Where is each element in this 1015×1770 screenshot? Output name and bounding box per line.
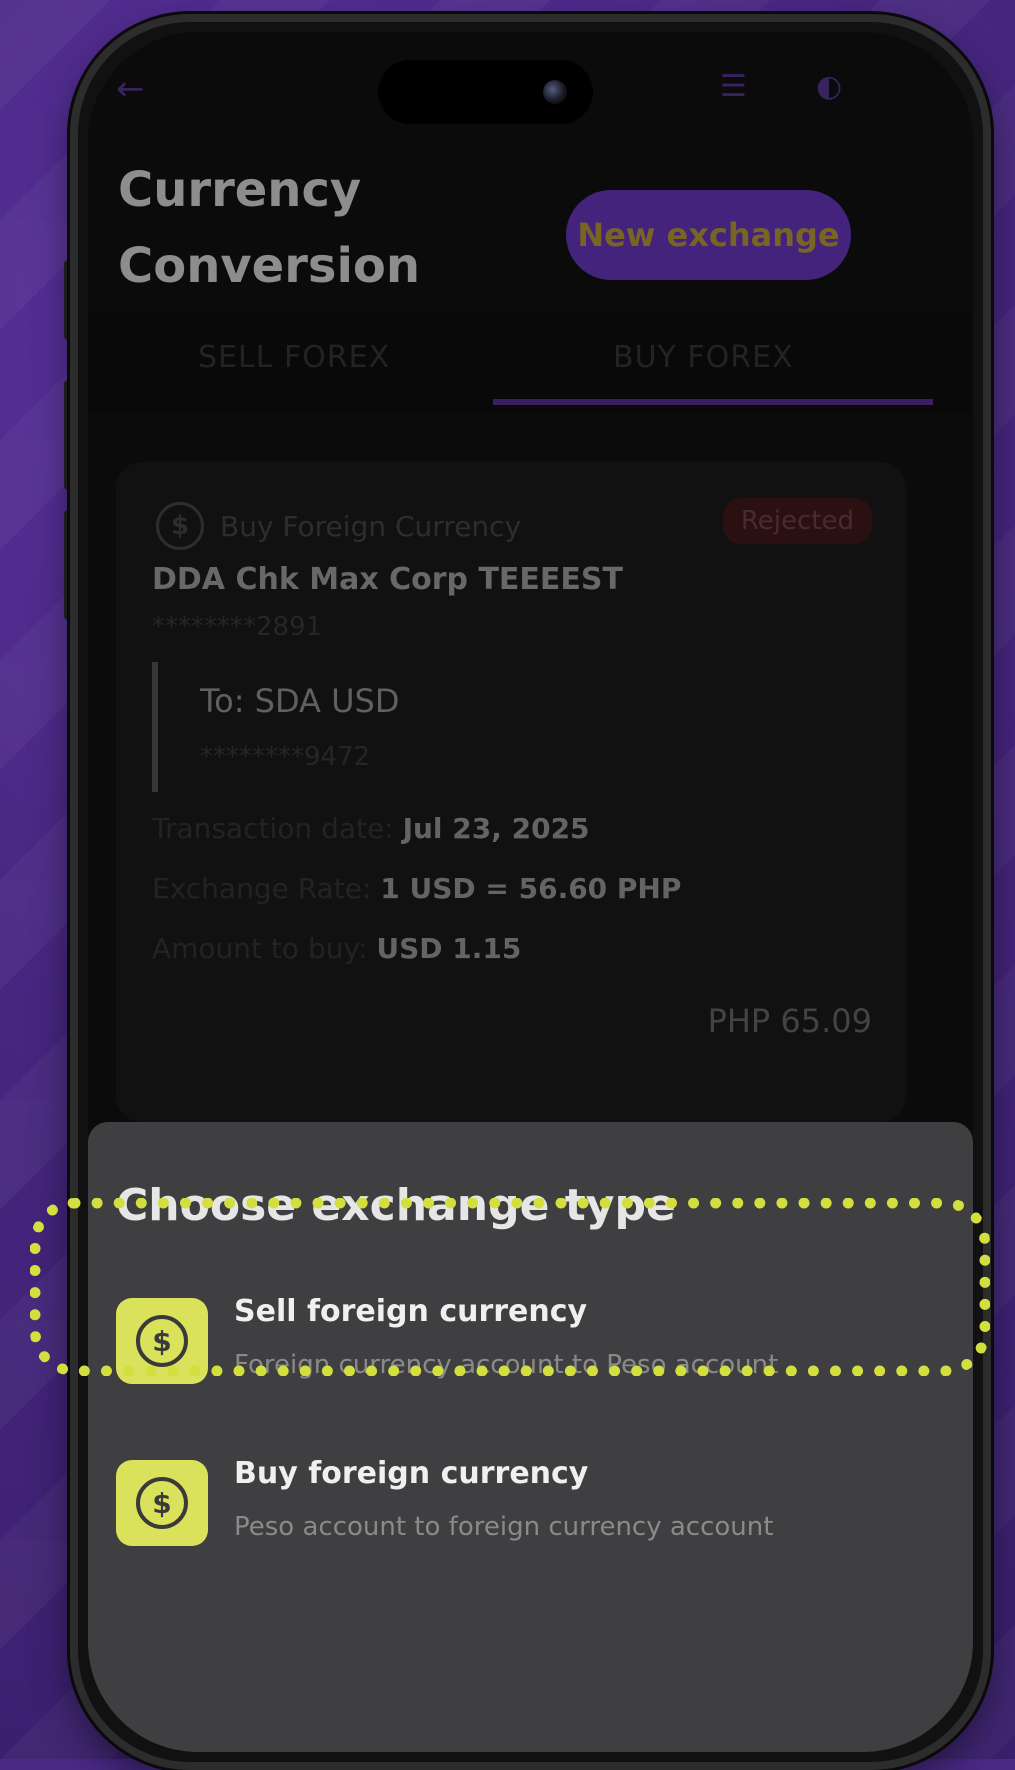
option-title: Buy foreign currency xyxy=(234,1456,588,1491)
currency-exchange-icon: $ xyxy=(116,1460,208,1546)
option-subtitle: Peso account to foreign currency account xyxy=(234,1512,773,1542)
app-screen: ← ☰ ◐ Currency Conversion New exchange S… xyxy=(88,32,973,1752)
dollar-cycle-icon: $ xyxy=(136,1477,188,1529)
highlight-annotation xyxy=(30,1198,990,1376)
option-buy-foreign-currency[interactable]: $ Buy foreign currency Peso account to f… xyxy=(88,1434,973,1584)
phone-frame: ← ☰ ◐ Currency Conversion New exchange S… xyxy=(70,14,991,1770)
